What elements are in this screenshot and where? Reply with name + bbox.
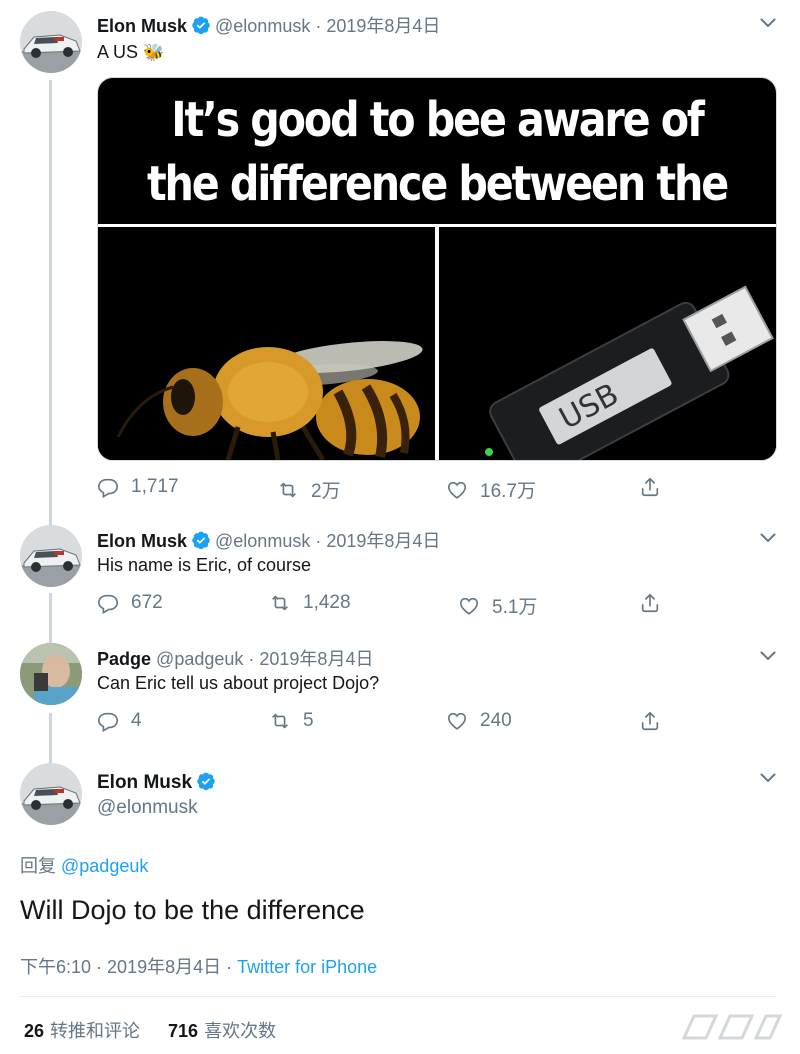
reply-count: 4 xyxy=(131,710,142,731)
chevron-down-icon[interactable] xyxy=(760,773,776,783)
retweet-icon xyxy=(277,479,299,501)
chevron-down-icon[interactable] xyxy=(760,18,776,28)
like-icon xyxy=(458,595,480,617)
reply-icon xyxy=(97,710,119,732)
author-handle[interactable]: @elonmusk xyxy=(97,797,198,819)
reply-button[interactable]: 4 xyxy=(97,710,142,732)
tweet-text: A US 🐝 xyxy=(97,42,164,63)
author-handle[interactable]: @elonmusk xyxy=(215,16,310,36)
tweet-header: Elon Musk @elonmusk · 2019年8月4日 xyxy=(97,527,440,553)
reply-prefix: 回复 xyxy=(20,856,62,876)
share-icon xyxy=(639,476,661,498)
retweet-button[interactable]: 1,428 xyxy=(269,592,351,614)
like-button[interactable]: 240 xyxy=(446,710,512,732)
reply-button[interactable]: 1,717 xyxy=(97,476,179,498)
tweet-time[interactable]: 下午6:10 xyxy=(20,957,91,977)
verified-badge-icon xyxy=(196,771,216,791)
author-handle[interactable]: @padgeuk xyxy=(156,649,243,669)
tweet-date[interactable]: 2019年8月4日 xyxy=(326,531,440,551)
tweet-date[interactable]: 2019年8月4日 xyxy=(107,957,221,977)
verified-badge-icon xyxy=(191,530,211,550)
separator: · xyxy=(310,16,327,36)
tweet-header: Elon Musk @elonmusk · 2019年8月4日 xyxy=(97,12,440,38)
tweet-text: His name is Eric, of course xyxy=(97,555,312,575)
like-stat[interactable]: 716 喜欢次数 xyxy=(168,1017,276,1043)
retweet-button[interactable]: 5 xyxy=(269,710,314,732)
tweet-text-content: A US xyxy=(97,42,139,62)
padge-avatar-photo xyxy=(20,643,82,705)
retweet-count: 1,428 xyxy=(303,592,351,613)
like-stat-label: 喜欢次数 xyxy=(204,1021,277,1041)
reply-to-line: 回复 @padgeuk xyxy=(20,852,148,878)
reply-count: 1,717 xyxy=(131,476,179,497)
like-icon xyxy=(446,710,468,732)
tweet-date[interactable]: 2019年8月4日 xyxy=(259,649,373,669)
like-count: 5.1万 xyxy=(492,597,538,618)
separator: · xyxy=(91,957,108,977)
reply-to-link[interactable]: @padgeuk xyxy=(61,856,148,876)
like-button[interactable]: 5.1万 xyxy=(458,592,537,619)
usb-drive-illustration: USB xyxy=(439,227,776,460)
bee-illustration xyxy=(98,227,435,460)
bee-photo-panel xyxy=(98,227,435,460)
engagement-stats: 26 转推和评论 716 喜欢次数 xyxy=(24,1017,276,1043)
author-name-row: Elon Musk xyxy=(97,771,220,794)
usb-photo-panel: USB xyxy=(439,227,776,460)
like-count: 16.7万 xyxy=(480,481,536,502)
tweet-meta: 下午6:10 · 2019年8月4日 · Twitter for iPhone xyxy=(20,953,377,979)
retweet-stat-label: 转推和评论 xyxy=(50,1021,141,1041)
chevron-down-icon[interactable] xyxy=(760,651,776,661)
avatar[interactable] xyxy=(20,763,82,825)
tweet-text: Can Eric tell us about project Dojo? xyxy=(97,673,380,693)
tweet-actions: 4 5 240 xyxy=(97,710,682,736)
tweet-1[interactable]: Elon Musk @elonmusk · 2019年8月4日 A US 🐝 It… xyxy=(0,0,800,515)
tweet-3[interactable]: Padge @padgeuk · 2019年8月4日 Can Eric tell… xyxy=(0,633,800,751)
author-name[interactable]: Elon Musk xyxy=(97,772,192,793)
tweet-header: Padge @padgeuk · 2019年8月4日 xyxy=(97,645,373,671)
like-stat-count: 716 xyxy=(168,1021,199,1041)
retweet-count: 5 xyxy=(303,710,314,731)
tweet-actions: 672 1,428 5.1万 xyxy=(97,592,682,618)
share-button[interactable] xyxy=(639,710,661,732)
share-button[interactable] xyxy=(639,592,661,614)
like-count: 240 xyxy=(480,710,512,731)
avatar[interactable] xyxy=(20,11,82,73)
share-icon xyxy=(639,710,661,732)
separator: · xyxy=(243,649,260,669)
separator: · xyxy=(221,957,238,977)
reply-icon xyxy=(97,592,119,614)
avatar[interactable] xyxy=(20,525,82,587)
author-handle[interactable]: @elonmusk xyxy=(215,531,310,551)
media-caption: It’s good to bee aware of the difference… xyxy=(145,78,729,276)
author-name[interactable]: Elon Musk xyxy=(97,16,187,36)
verified-badge-icon xyxy=(191,15,211,35)
tweet-actions: 1,717 2万 16.7万 xyxy=(97,476,682,502)
watermark-logo xyxy=(681,1014,783,1040)
tweet-date[interactable]: 2019年8月4日 xyxy=(326,16,440,36)
chevron-down-icon[interactable] xyxy=(760,533,776,543)
author-name[interactable]: Elon Musk xyxy=(97,531,187,551)
avatar[interactable] xyxy=(20,643,82,705)
retweet-button[interactable]: 2万 xyxy=(277,476,341,503)
retweet-icon xyxy=(269,592,291,614)
tweet-source-link[interactable]: Twitter for iPhone xyxy=(237,957,377,977)
like-button[interactable]: 16.7万 xyxy=(446,476,536,503)
tweet-2[interactable]: Elon Musk @elonmusk · 2019年8月4日 His name … xyxy=(0,515,800,633)
like-icon xyxy=(446,479,468,501)
retweet-stat-count: 26 xyxy=(24,1021,45,1041)
divider xyxy=(20,996,776,997)
share-button[interactable] xyxy=(639,476,661,498)
tweet-media-image[interactable]: It’s good to bee aware of the difference… xyxy=(97,77,777,461)
tweet-text: Will Dojo to be the difference xyxy=(20,895,365,925)
separator: · xyxy=(310,531,327,551)
retweet-count: 2万 xyxy=(311,481,341,502)
reply-icon xyxy=(97,476,119,498)
share-icon xyxy=(639,592,661,614)
reply-button[interactable]: 672 xyxy=(97,592,163,614)
retweet-stat[interactable]: 26 转推和评论 xyxy=(24,1017,140,1043)
reply-count: 672 xyxy=(131,592,163,613)
bee-emoji: 🐝 xyxy=(143,43,165,62)
author-name[interactable]: Padge xyxy=(97,649,151,669)
retweet-icon xyxy=(269,710,291,732)
